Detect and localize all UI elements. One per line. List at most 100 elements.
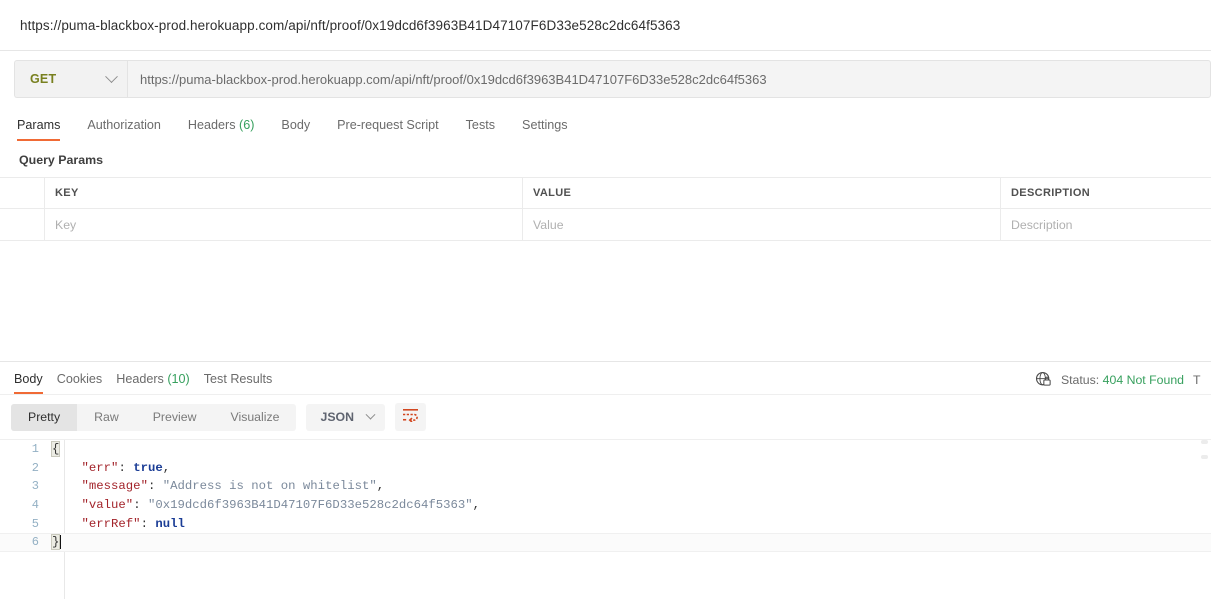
tab-label: Headers [116, 372, 164, 386]
view-mode-visualize[interactable]: Visualize [213, 404, 296, 431]
code-line: 1{ [0, 440, 1211, 459]
column-header-key: KEY [45, 178, 523, 208]
globe-lock-icon [1035, 371, 1052, 388]
view-mode-raw[interactable]: Raw [77, 404, 136, 431]
response-tabs: Body Cookies Headers (10) Test Results [9, 372, 286, 394]
line-number: 3 [31, 479, 39, 494]
line-number: 2 [31, 460, 39, 475]
tab-label: Tests [465, 118, 496, 132]
request-title: https://puma-blackbox-prod.herokuapp.com… [20, 17, 681, 33]
token-pun: : [118, 460, 134, 475]
token-pun: , [376, 479, 385, 494]
response-toolbar: Pretty Raw Preview Visualize JSON [0, 394, 1211, 439]
request-tab-settings[interactable]: Settings [522, 118, 581, 141]
request-tabs: Params Authorization Headers (6) Body Pre-re… [0, 107, 1211, 141]
request-tab-params[interactable]: Params [17, 118, 73, 141]
query-params-label: Query Params [19, 153, 104, 167]
code-line: 2 "err": true, [0, 459, 1211, 478]
token-key: "errRef" [81, 516, 141, 531]
response-meta: Status: 404 Not Found T [1035, 371, 1201, 394]
line-content: "errRef": null [52, 517, 185, 531]
line-content: "err": true, [52, 460, 171, 475]
response-tab-body[interactable]: Body [14, 372, 43, 394]
view-mode-pretty[interactable]: Pretty [11, 403, 78, 431]
tab-label: Test Results [203, 372, 273, 386]
table-header-row: KEY VALUE DESCRIPTION [0, 178, 1211, 209]
response-format-label: JSON [320, 410, 354, 424]
request-pane-empty-space [0, 241, 1211, 361]
token-key: "err" [81, 460, 119, 475]
response-body-viewer[interactable]: 1{2 "err": true, 3 "message": "Address is… [0, 439, 1211, 599]
scrollbar-thumb-bottom[interactable] [1201, 455, 1208, 459]
response-format-select[interactable]: JSON [306, 403, 385, 431]
token-lit: null [155, 516, 185, 531]
code-line: 3 "message": "Address is not on whitelis… [0, 477, 1211, 496]
key-input[interactable]: Key [45, 209, 523, 240]
response-tab-test-results[interactable]: Test Results [204, 372, 273, 394]
line-number: 4 [31, 498, 39, 513]
http-method-select[interactable]: GET [14, 60, 127, 98]
query-params-table: KEY VALUE DESCRIPTION Key Value Descript… [0, 177, 1211, 241]
response-tab-cookies[interactable]: Cookies [57, 372, 103, 394]
table-row[interactable]: Key Value Description [0, 209, 1211, 241]
code-line: 5 "errRef": null [0, 514, 1211, 533]
url-bar-row: GET https://puma-blackbox-prod.herokuapp… [0, 51, 1211, 107]
request-tab-pre-request-script[interactable]: Pre-request Script [337, 118, 452, 141]
code-lines: 1{2 "err": true, 3 "message": "Address is… [0, 440, 1211, 552]
request-tab-body[interactable]: Body [281, 118, 323, 141]
token-pun: , [472, 498, 481, 513]
request-tab-headers[interactable]: Headers (6) [188, 118, 268, 141]
tab-label: Headers [187, 118, 236, 132]
token-key: "value" [81, 498, 134, 513]
code-line: 4 "value": "0x19dcd6f3963B41D47107F6D33e… [0, 496, 1211, 515]
request-tab-tests[interactable]: Tests [466, 118, 508, 141]
scrollbar-thumb-top[interactable] [1201, 440, 1208, 444]
status-badge: Status: 404 Not Found [1061, 373, 1184, 387]
token-str: "0x19dcd6f3963B41D47107F6D33e528c2dc64f5… [147, 498, 473, 513]
description-input[interactable]: Description [1001, 209, 1211, 240]
request-title-bar: https://puma-blackbox-prod.herokuapp.com… [0, 0, 1211, 51]
tab-label: Body [14, 372, 43, 386]
line-number: 6 [31, 535, 39, 550]
view-mode-preview[interactable]: Preview [136, 404, 214, 431]
token-pun [52, 517, 82, 531]
tab-label: Pre-request Script [337, 118, 439, 132]
token-pun [52, 479, 82, 493]
token-pun: , [162, 460, 171, 475]
token-key: "message" [81, 479, 148, 494]
row-select-gutter [0, 178, 45, 208]
wrap-text-button[interactable] [394, 403, 426, 431]
line-content: } [50, 534, 61, 551]
response-pane: Body Cookies Headers (10) Test Results Stat… [0, 361, 1211, 599]
row-checkbox-cell[interactable] [0, 209, 45, 240]
tab-label: Params [17, 118, 61, 132]
postman-window: https://puma-blackbox-prod.herokuapp.com… [0, 0, 1211, 604]
tab-label: Authorization [87, 118, 161, 132]
value-input[interactable]: Value [523, 209, 1001, 240]
time-label-truncated: T [1193, 372, 1201, 387]
text-cursor [59, 535, 61, 550]
url-input[interactable]: https://puma-blackbox-prod.herokuapp.com… [127, 60, 1211, 98]
url-group: GET https://puma-blackbox-prod.herokuapp… [14, 60, 1211, 98]
token-lit: true [133, 460, 163, 475]
wrap-text-icon [402, 407, 419, 427]
response-scrollbar[interactable] [1201, 440, 1208, 470]
token-pun: : [147, 479, 163, 494]
chevron-down-icon [105, 69, 118, 83]
response-tab-headers[interactable]: Headers (10) [116, 372, 190, 394]
tab-label: Body [281, 118, 311, 132]
token-brace: } [50, 534, 61, 551]
token-pun: : [133, 498, 148, 513]
line-content: "value": "0x19dcd6f3963B41D47107F6D33e52… [52, 498, 481, 513]
code-line: 6} [0, 532, 1211, 552]
token-brace: { [50, 441, 61, 458]
column-header-value: VALUE [523, 178, 1001, 208]
token-pun [52, 461, 82, 475]
tab-count: (10) [167, 372, 190, 386]
request-tab-authorization[interactable]: Authorization [87, 118, 174, 141]
token-pun: : [140, 516, 156, 531]
column-header-description: DESCRIPTION [1011, 187, 1091, 199]
tab-label: Settings [522, 118, 568, 132]
tab-count: (6) [239, 118, 255, 132]
http-method-label: GET [30, 72, 57, 86]
